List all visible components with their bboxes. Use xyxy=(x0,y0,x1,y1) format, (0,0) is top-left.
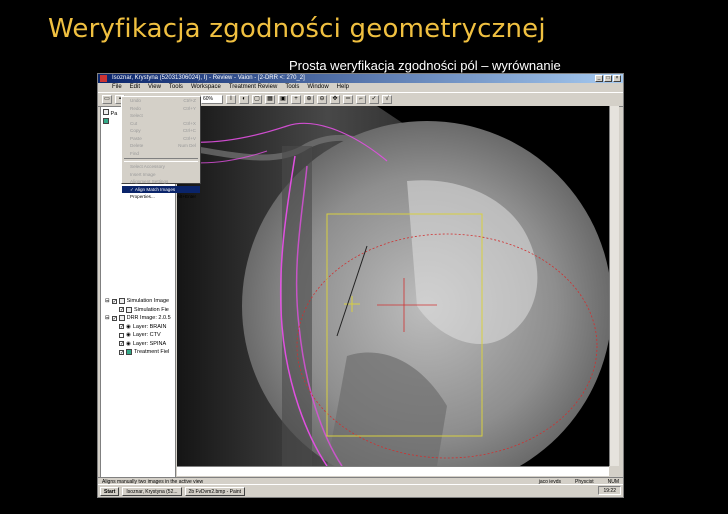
frame-icon[interactable]: ▢ xyxy=(252,95,262,104)
system-clock: 19:22 xyxy=(598,486,621,495)
maximize-button[interactable]: □ xyxy=(604,75,612,82)
taskbar-button-paint[interactable]: 2b FvDvm2.bmp - Paint xyxy=(184,486,246,496)
vertical-scrollbar[interactable] xyxy=(609,106,619,466)
zoom-combo[interactable]: 60% xyxy=(201,95,223,104)
menu-treatment-review[interactable]: Treatment Review xyxy=(229,83,277,92)
menu-item-properties[interactable]: Properties... Alt+Enter xyxy=(122,193,200,201)
drr-image-canvas[interactable] xyxy=(177,106,609,466)
zoom-in-icon[interactable]: ⊕ xyxy=(304,95,314,104)
menu-item-cut[interactable]: Cut Ctrl+X xyxy=(122,120,200,128)
tree-item-layer-ctv[interactable]: ◉ Layer: CTV xyxy=(105,331,171,340)
tree-item-treatment-field[interactable]: ✓ Treatment Fiel xyxy=(105,348,171,357)
ruler-icon[interactable]: ═ xyxy=(343,95,353,104)
menu-item-insert-image[interactable]: Insert Image xyxy=(122,171,200,179)
checkbox-icon[interactable] xyxy=(119,332,124,338)
menu-file[interactable]: File xyxy=(112,83,122,92)
field-icon xyxy=(126,349,132,356)
image-icon xyxy=(118,298,125,305)
menu-edit[interactable]: Edit xyxy=(130,83,140,92)
menu-item-alignment-settings[interactable]: Alignment Settings xyxy=(122,178,200,186)
context-menu: Undo Ctrl+Z Redo Ctrl+Y Select Cut Ctrl+X C… xyxy=(121,96,201,199)
checkbox-icon[interactable]: ✓ xyxy=(119,324,124,330)
window-titlebar[interactable]: Isoznar, Krystyna (52031306024), I) - Re… xyxy=(98,74,623,83)
close-button[interactable]: × xyxy=(613,75,621,82)
eye-icon: ◉ xyxy=(126,332,131,338)
open-icon[interactable]: ▭ xyxy=(102,95,112,104)
pan-icon[interactable]: ✥ xyxy=(330,95,340,104)
image-icon[interactable]: ▣ xyxy=(278,95,288,104)
menu-item-align-match-images[interactable]: ✓ Align Match Images xyxy=(122,185,200,193)
slide-subtitle: Prosta weryfikacja zgodności pól – wyrów… xyxy=(289,58,561,73)
tree-item-simulation-image[interactable]: ⊟ ✓ Simulation Image xyxy=(105,297,171,306)
menu-item-select[interactable]: Select xyxy=(122,112,200,120)
patient-icon xyxy=(103,109,109,115)
menu-item-select-accessory[interactable]: Select Accessory xyxy=(122,163,200,171)
menu-item-undo[interactable]: Undo Ctrl+Z xyxy=(122,97,200,105)
check-icon[interactable]: √ xyxy=(382,95,392,104)
taskbar-button-review[interactable]: Isoznar, Krystyna (52... xyxy=(122,486,182,496)
menu-item-delete[interactable]: Delete Num Del xyxy=(122,142,200,150)
crosshair-icon[interactable]: + xyxy=(291,95,301,104)
checkbox-icon[interactable]: ✓ xyxy=(119,349,124,355)
tree-item-simulation-field[interactable]: ✓ Simulation Fie xyxy=(105,306,171,315)
app-icon xyxy=(100,75,107,82)
menu-item-redo[interactable]: Redo Ctrl+Y xyxy=(122,105,200,113)
menu-tools[interactable]: Tools xyxy=(169,83,183,92)
menu-view[interactable]: View xyxy=(148,83,161,92)
checkbox-icon[interactable]: ✓ xyxy=(111,315,117,321)
minimize-button[interactable]: _ xyxy=(595,75,603,82)
grid-icon[interactable]: ▦ xyxy=(265,95,275,104)
menu-workspace[interactable]: Workspace xyxy=(191,83,221,92)
window-title: Isoznar, Krystyna (52031306024), I) - Re… xyxy=(112,75,305,81)
layer-tree: ⊟ ✓ Simulation Image ✓ Simulation Fie ⊟ ✓ … xyxy=(105,297,171,357)
application-window: Isoznar, Krystyna (52031306024), I) - Re… xyxy=(97,73,624,498)
tree-item-layer-spina[interactable]: ✓ ◉ Layer: SPINA xyxy=(105,340,171,349)
pointer-icon[interactable]: I xyxy=(226,95,236,104)
taskbar: Start Isoznar, Krystyna (52... 2b FvDvm2… xyxy=(98,484,623,497)
tree-root[interactable]: Pa xyxy=(103,109,117,127)
field-icon xyxy=(126,306,132,313)
menu-window[interactable]: Window xyxy=(307,83,328,92)
menu-item-paste[interactable]: Paste Ctrl+V xyxy=(122,135,200,143)
refresh-icon[interactable]: ◐ xyxy=(239,95,249,104)
checkbox-icon[interactable]: ✓ xyxy=(119,341,124,347)
slide-title: Weryfikacja zgodności geometrycznej xyxy=(48,14,546,44)
menu-separator xyxy=(124,158,198,162)
plan-icon xyxy=(103,118,109,124)
menu-item-copy[interactable]: Copy Ctrl+C xyxy=(122,127,200,135)
image-viewer[interactable] xyxy=(177,106,609,466)
tree-item-layer-brain[interactable]: ✓ ◉ Layer: BRAIN xyxy=(105,323,171,332)
tree-item-label: Layer: CTV xyxy=(132,332,161,338)
tree-item-label: Layer: BRAIN xyxy=(132,323,167,330)
checkbox-icon[interactable]: ✓ xyxy=(119,307,124,313)
horizontal-ruler xyxy=(177,466,609,476)
menu-tools-2[interactable]: Tools xyxy=(285,83,299,92)
eye-icon: ◉ xyxy=(126,323,131,330)
tree-item-label: Layer: SPINA xyxy=(132,340,167,347)
measure-icon[interactable]: ⌐ xyxy=(356,95,366,104)
tree-item-label: Simulation Image xyxy=(126,298,170,304)
zoom-out-icon[interactable]: ⊖ xyxy=(317,95,327,104)
checkbox-icon[interactable]: ✓ xyxy=(111,298,117,304)
tree-item-label: Simulation Fie xyxy=(134,306,169,313)
tree-item-label: DRR Image: 2.0.5 xyxy=(126,315,171,321)
eye-icon: ◉ xyxy=(126,340,131,347)
start-button[interactable]: Start xyxy=(100,486,120,496)
menu-help[interactable]: Help xyxy=(337,83,349,92)
menu-item-find[interactable]: Find xyxy=(122,150,200,158)
accept-icon[interactable]: ✓ xyxy=(369,95,379,104)
tree-item-drr-image[interactable]: ⊟ ✓ DRR Image: 2.0.5 xyxy=(105,314,171,323)
menubar: File Edit View Tools Workspace Treatment… xyxy=(98,83,623,92)
image-icon xyxy=(118,315,125,322)
tree-item-label: Treatment Fiel xyxy=(134,349,170,355)
